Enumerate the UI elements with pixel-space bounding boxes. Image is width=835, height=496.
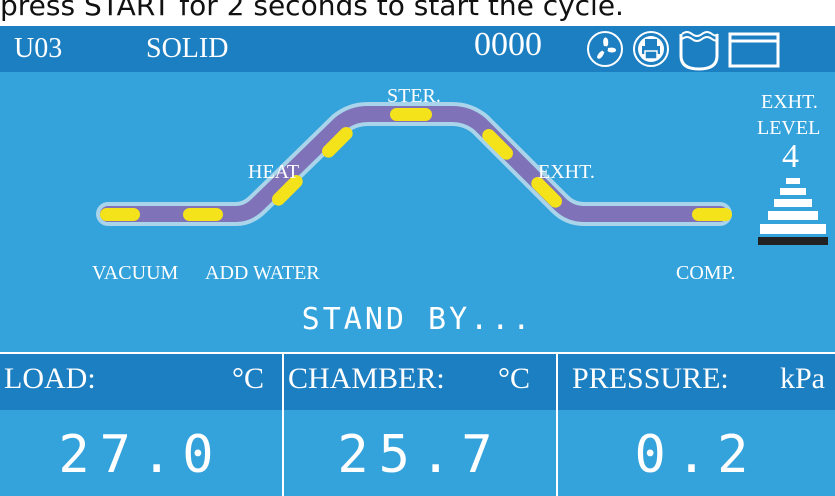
- panel-top-line: [0, 352, 835, 354]
- stage-label-heat: HEAT: [248, 161, 299, 183]
- status-text: STAND BY...: [301, 302, 534, 337]
- controller-screen: U03 SOLID 0000 VACUUM ADD WATER HEAT STE…: [0, 26, 835, 496]
- pressure-value: 0.2: [634, 425, 759, 485]
- load-value: 27.0: [58, 425, 224, 485]
- exhaust-level-label-2: LEVEL: [757, 117, 820, 139]
- stage-label-ster: STER.: [387, 85, 441, 107]
- cycle-counter: 0000: [474, 26, 542, 63]
- printer-icon[interactable]: [632, 30, 670, 68]
- door-icon[interactable]: [728, 32, 780, 68]
- stage-label-vacuum: VACUUM: [92, 262, 179, 284]
- instruction-caption: press START for 2 seconds to start the c…: [0, 0, 624, 22]
- program-code: U03: [14, 33, 63, 64]
- pressure-unit: kPa: [780, 362, 825, 395]
- cycle-track: [100, 106, 728, 222]
- load-label: LOAD:: [4, 362, 96, 395]
- chamber-label: CHAMBER:: [288, 362, 445, 395]
- stage-label-comp: COMP.: [676, 262, 735, 284]
- pressure-label: PRESSURE:: [572, 362, 729, 395]
- exhaust-level-label-1: EXHT.: [761, 91, 818, 113]
- add-water-indicator: [183, 208, 223, 221]
- top-bar: U03 SOLID 0000: [0, 26, 835, 72]
- stage-label-exht: EXHT.: [538, 161, 595, 183]
- program-name: SOLID: [146, 33, 229, 64]
- stage-label-add-water: ADD WATER: [205, 262, 320, 284]
- exhaust-level-icon: [758, 178, 828, 245]
- exhaust-level-value: 4: [782, 138, 799, 175]
- fan-icon[interactable]: [586, 30, 624, 68]
- chamber-value: 25.7: [337, 425, 503, 485]
- chamber-unit: °C: [498, 362, 531, 395]
- water-tank-icon[interactable]: [676, 26, 722, 72]
- comp-indicator: [692, 208, 732, 221]
- vacuum-indicator: [100, 208, 140, 221]
- load-unit: °C: [232, 362, 265, 395]
- ster-indicator: [390, 108, 432, 121]
